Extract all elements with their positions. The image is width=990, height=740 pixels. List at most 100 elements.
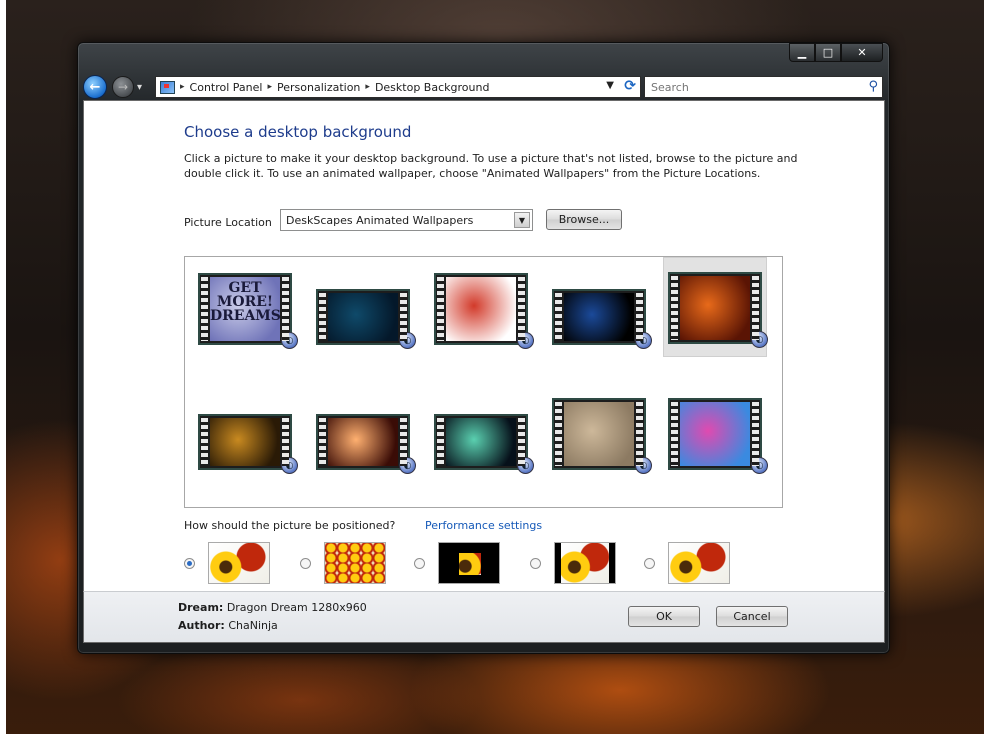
position-option-fit[interactable] bbox=[530, 542, 630, 586]
breadcrumb-separator[interactable]: ▸ bbox=[365, 82, 370, 92]
back-button[interactable]: ← bbox=[83, 75, 107, 99]
dream-label: Dream: bbox=[178, 601, 224, 614]
performance-settings-link[interactable]: Performance settings bbox=[425, 519, 542, 532]
position-preview-fill[interactable] bbox=[668, 542, 730, 584]
caption-buttons: ▁ □ ✕ bbox=[789, 43, 883, 62]
wallpaper-thumbnail: ◐ bbox=[552, 398, 652, 474]
wallpaper-thumbnail: ◐ bbox=[316, 414, 416, 474]
wallpaper-image bbox=[564, 293, 634, 341]
cancel-button[interactable]: Cancel bbox=[716, 606, 788, 627]
wallpaper-image bbox=[210, 418, 280, 466]
wallpaper-image bbox=[680, 402, 750, 466]
position-radio-stretch[interactable] bbox=[184, 558, 195, 569]
forward-button[interactable]: → bbox=[112, 76, 134, 98]
picture-location-select[interactable]: DeskScapes Animated Wallpapers ▼ bbox=[280, 209, 533, 231]
page-title: Choose a desktop background bbox=[184, 123, 412, 141]
position-preview-stretch[interactable] bbox=[208, 542, 270, 584]
explorer-window: ▁ □ ✕ ← → ▾ ▸ Control Panel ▸ Personaliz… bbox=[77, 42, 890, 654]
author-info: Author: ChaNinja bbox=[178, 619, 278, 632]
animated-wallpaper-icon: ◐ bbox=[751, 331, 768, 348]
address-bar[interactable]: ▸ Control Panel ▸ Personalization ▸ Desk… bbox=[155, 76, 641, 98]
animated-wallpaper-icon: ◐ bbox=[751, 457, 768, 474]
position-option-fill[interactable] bbox=[644, 542, 744, 586]
maximize-button[interactable]: □ bbox=[815, 43, 841, 62]
content-pane: Choose a desktop background Click a pict… bbox=[83, 100, 885, 592]
navigation-buttons: ← → ▾ bbox=[83, 75, 142, 99]
wallpaper-thumbnail: GET MORE! DREAMS ◐ bbox=[198, 273, 298, 349]
search-input[interactable] bbox=[649, 79, 853, 95]
wallpaper-thumbnail: ◐ bbox=[552, 289, 652, 349]
breadcrumb-control-panel[interactable]: Control Panel bbox=[190, 81, 263, 94]
wallpaper-dragon-dream[interactable]: ◐ bbox=[663, 257, 768, 357]
browse-button[interactable]: Browse... bbox=[546, 209, 622, 230]
animated-wallpaper-icon: ◐ bbox=[281, 457, 298, 474]
wallpaper-image: GET MORE! DREAMS bbox=[210, 277, 281, 341]
wallpaper-image bbox=[328, 418, 398, 466]
animated-wallpaper-icon: ◐ bbox=[635, 457, 652, 474]
wallpaper-thumbnail: ◐ bbox=[668, 272, 768, 348]
wallpaper-grid: GET MORE! DREAMS ◐ ◐ ◐ ◐ ◐ ◐ ◐ ◐ ◐ ◐ bbox=[184, 256, 783, 508]
wallpaper-light-streaks[interactable]: ◐ bbox=[429, 382, 534, 482]
position-radio-tile[interactable] bbox=[300, 558, 311, 569]
close-button[interactable]: ✕ bbox=[841, 43, 883, 62]
wallpaper-label: GET MORE! DREAMS bbox=[210, 280, 281, 324]
breadcrumb-desktop-background[interactable]: Desktop Background bbox=[375, 81, 490, 94]
animated-wallpaper-icon: ◐ bbox=[281, 332, 298, 349]
wallpaper-image bbox=[446, 277, 516, 341]
animated-wallpaper-icon: ◐ bbox=[517, 332, 534, 349]
animated-wallpaper-icon: ◐ bbox=[399, 332, 416, 349]
wallpaper-sunset-rays[interactable]: ◐ bbox=[193, 382, 298, 482]
position-option-tile[interactable] bbox=[300, 542, 400, 586]
position-preview-tile[interactable] bbox=[324, 542, 386, 584]
breadcrumb-separator[interactable]: ▸ bbox=[267, 82, 272, 92]
position-radio-center[interactable] bbox=[414, 558, 425, 569]
wallpaper-thumbnail: ◐ bbox=[198, 414, 298, 474]
position-preview-fit[interactable] bbox=[554, 542, 616, 584]
wallpaper-image bbox=[680, 276, 750, 340]
wallpaper-image bbox=[564, 402, 634, 466]
position-option-center[interactable] bbox=[414, 542, 514, 586]
wallpaper-color-swirl[interactable]: ◐ bbox=[663, 382, 768, 482]
position-radio-fit[interactable] bbox=[530, 558, 541, 569]
breadcrumb-separator[interactable]: ▸ bbox=[180, 82, 185, 92]
centered-image bbox=[459, 553, 481, 575]
wallpaper-underwater[interactable]: ◐ bbox=[311, 257, 416, 357]
details-footer: Dream: Dragon Dream 1280x960 Author: Cha… bbox=[83, 591, 885, 643]
dream-info: Dream: Dragon Dream 1280x960 bbox=[178, 601, 367, 614]
position-option-stretch[interactable] bbox=[184, 542, 284, 586]
wallpaper-cube-logo[interactable]: ◐ bbox=[429, 257, 534, 357]
dream-value: Dragon Dream 1280x960 bbox=[226, 601, 367, 614]
position-preview-center[interactable] bbox=[438, 542, 500, 584]
wallpaper-earth[interactable]: ◐ bbox=[547, 257, 652, 357]
wallpaper-get-more-dreams[interactable]: GET MORE! DREAMS ◐ bbox=[193, 257, 298, 357]
wallpaper-thumbnail: ◐ bbox=[316, 289, 416, 349]
fitted-image bbox=[561, 543, 609, 583]
wallpaper-sand[interactable]: ◐ bbox=[547, 382, 652, 482]
wallpaper-thumbnail: ◐ bbox=[434, 273, 534, 349]
minimize-button[interactable]: ▁ bbox=[789, 43, 815, 62]
breadcrumb-personalization[interactable]: Personalization bbox=[277, 81, 360, 94]
page-description: Click a picture to make it your desktop … bbox=[184, 152, 798, 180]
search-box[interactable]: ⚲ bbox=[644, 76, 883, 98]
wallpaper-thumbnail: ◐ bbox=[434, 414, 534, 474]
author-label: Author: bbox=[178, 619, 225, 632]
refresh-icon[interactable]: ⟳ bbox=[624, 78, 636, 94]
animated-wallpaper-icon: ◐ bbox=[517, 457, 534, 474]
control-panel-icon bbox=[160, 80, 175, 94]
picture-location-label: Picture Location bbox=[184, 216, 272, 229]
position-radio-fill[interactable] bbox=[644, 558, 655, 569]
position-question: How should the picture be positioned? bbox=[184, 519, 396, 532]
ok-button[interactable]: OK bbox=[628, 606, 700, 627]
wallpaper-image bbox=[446, 418, 516, 466]
animated-wallpaper-icon: ◐ bbox=[399, 457, 416, 474]
wallpaper-firework[interactable]: ◐ bbox=[311, 382, 416, 482]
search-icon[interactable]: ⚲ bbox=[868, 79, 878, 94]
chevron-down-icon[interactable]: ▼ bbox=[514, 212, 530, 228]
picture-location-value: DeskScapes Animated Wallpapers bbox=[286, 213, 474, 227]
address-dropdown-icon[interactable]: ▼ bbox=[606, 80, 614, 91]
history-dropdown-icon[interactable]: ▾ bbox=[137, 82, 142, 93]
wallpaper-thumbnail: ◐ bbox=[668, 398, 768, 474]
author-value: ChaNinja bbox=[228, 619, 278, 632]
wallpaper-image bbox=[328, 293, 398, 341]
animated-wallpaper-icon: ◐ bbox=[635, 332, 652, 349]
